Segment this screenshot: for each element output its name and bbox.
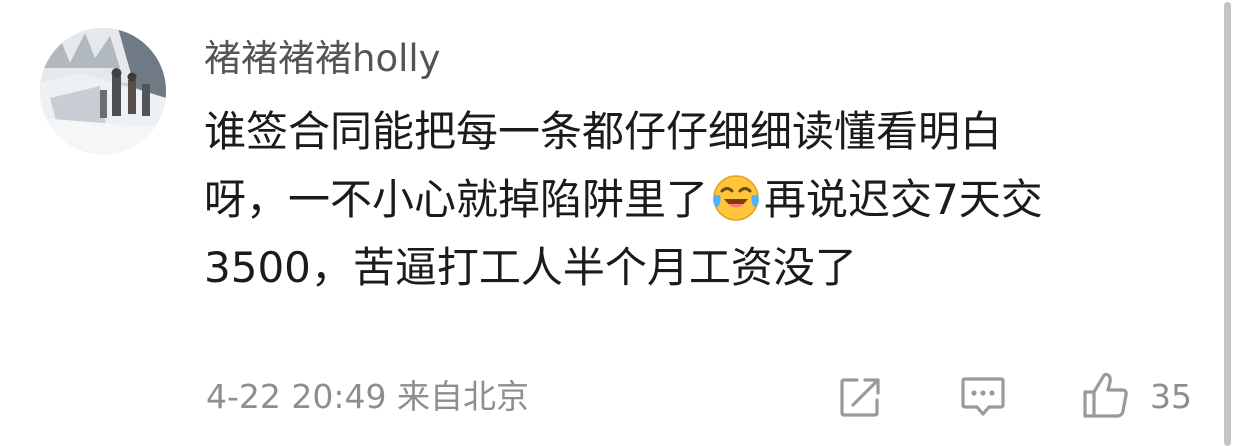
share-button[interactable] bbox=[835, 372, 885, 422]
comment-line-1: 谁签合同能把每一条都仔仔细细读懂看明白 bbox=[204, 107, 1003, 156]
location: 来自北京 bbox=[397, 377, 529, 416]
avatar-image bbox=[40, 28, 166, 154]
share-icon bbox=[840, 378, 880, 417]
comment-line-2-text: 呀，一不小心就掉陷阱里了 bbox=[204, 175, 709, 224]
comment-text: 谁签合同能把每一条都仔仔细细读懂看明白 呀，一不小心就掉陷阱里了 再说迟交7天交… bbox=[204, 98, 1204, 302]
like-count: 35 bbox=[1150, 377, 1192, 416]
scrollbar-thumb[interactable] bbox=[1224, 2, 1231, 446]
like-button[interactable] bbox=[1080, 370, 1132, 422]
comment-card: 褚褚褚褚holly 谁签合同能把每一条都仔仔细细读懂看明白 呀，一不小心就掉陷阱… bbox=[0, 0, 1236, 446]
laughing-crying-emoji-icon bbox=[710, 171, 762, 223]
username[interactable]: 褚褚褚褚holly bbox=[204, 34, 441, 84]
comment-icon bbox=[961, 377, 1005, 416]
thumbs-up-icon bbox=[1083, 372, 1128, 418]
reply-button[interactable] bbox=[958, 372, 1008, 422]
avatar[interactable] bbox=[40, 28, 166, 154]
timestamp: 4-22 20:49 bbox=[206, 377, 387, 416]
comment-line-2: 呀，一不小心就掉陷阱里了 再说迟交7天交 bbox=[204, 166, 1204, 234]
comment-line-2-continued: 再说迟交7天交 bbox=[764, 175, 1043, 224]
comment-meta: 4-22 20:49 来自北京 bbox=[206, 372, 529, 422]
comment-line-3: 3500，苦逼打工人半个月工资没了 bbox=[204, 243, 857, 292]
